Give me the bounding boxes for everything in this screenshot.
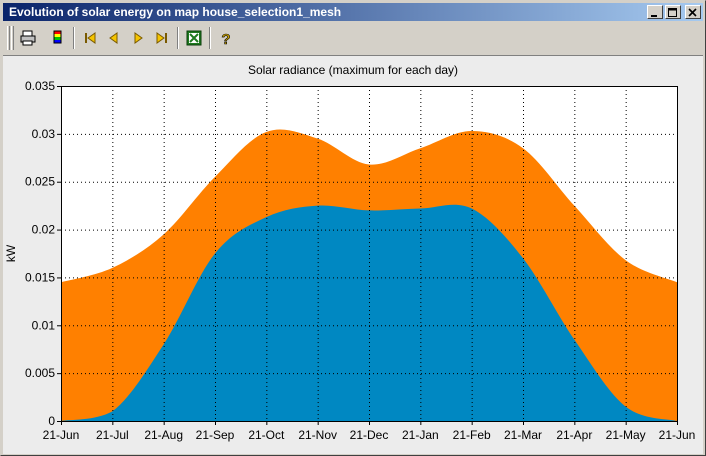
toolbar: ?: [3, 23, 703, 56]
y-tick-label: 0.03: [32, 127, 56, 141]
x-tick-label: 21-Apr: [556, 428, 592, 442]
toolbar-separator: [177, 27, 179, 49]
help-button[interactable]: ?: [215, 27, 237, 49]
title-bar[interactable]: Evolution of solar energy on map house_s…: [3, 3, 703, 21]
y-tick-label: 0.02: [32, 223, 56, 237]
x-tick-label: 21-May: [606, 428, 646, 442]
y-tick-label: 0.005: [25, 366, 55, 380]
first-frame-button[interactable]: [79, 27, 101, 49]
minimize-icon: [651, 15, 657, 17]
maximize-icon: [668, 8, 677, 17]
close-button[interactable]: [685, 5, 701, 19]
next-frame-button[interactable]: [127, 27, 149, 49]
y-tick-label: 0.015: [25, 270, 55, 284]
x-tick-label: 21-Oct: [248, 428, 285, 442]
x-tick-label: 21-Dec: [350, 428, 389, 442]
toolbar-grip[interactable]: [11, 26, 14, 50]
excel-export-button[interactable]: [183, 27, 205, 49]
x-tick-label: 21-Mar: [504, 428, 542, 442]
color-scale-button[interactable]: [47, 27, 69, 49]
y-axis-label: kW: [4, 244, 18, 262]
window-title: Evolution of solar energy on map house_s…: [9, 5, 342, 19]
color-scale-icon: [53, 30, 62, 44]
chart-panel: Solar radiance (maximum for each day) 00…: [3, 56, 703, 454]
excel-export-icon: [186, 30, 202, 46]
toolbar-separator: [209, 27, 211, 49]
x-tick-label: 21-Aug: [144, 428, 183, 442]
toolbar-grip[interactable]: [7, 26, 10, 50]
y-tick-label: 0.025: [25, 175, 55, 189]
x-tick-label: 21-Feb: [453, 428, 491, 442]
minimize-button[interactable]: [647, 5, 663, 19]
last-frame-button[interactable]: [151, 27, 173, 49]
solar-radiance-chart: 0 0.005 0.01 0.015 0.02 0.025 0.03 0.035 21-Jun…: [4, 79, 696, 442]
x-tick-label: 21-Jun: [43, 428, 80, 442]
toolbar-separator: [73, 27, 75, 49]
window-controls: [645, 5, 701, 19]
previous-frame-icon: [109, 32, 118, 44]
x-tick-label: 21-Jun: [659, 428, 696, 442]
x-axis: 21-Jun 21-Jul 21-Aug 21-Sep 21-Oct 21-Nov 21-D…: [43, 421, 696, 442]
maximize-button[interactable]: [665, 5, 681, 19]
previous-frame-button[interactable]: [103, 27, 125, 49]
last-frame-icon: [156, 32, 167, 44]
y-tick-label: 0.035: [25, 79, 55, 93]
svg-text:?: ?: [221, 31, 230, 47]
app-window: Evolution of solar energy on map house_s…: [0, 0, 706, 456]
x-tick-label: 21-Jul: [96, 428, 129, 442]
next-frame-icon: [134, 32, 143, 44]
close-icon: [688, 8, 697, 17]
help-icon: ?: [221, 31, 231, 47]
x-tick-label: 21-Nov: [298, 428, 337, 442]
y-axis: 0 0.005 0.01 0.015 0.02 0.025 0.03 0.035: [25, 79, 61, 428]
x-tick-label: 21-Jan: [402, 428, 439, 442]
print-button[interactable]: [17, 27, 39, 49]
x-tick-label: 21-Sep: [196, 428, 235, 442]
y-tick-label: 0.01: [32, 318, 56, 332]
first-frame-icon: [85, 32, 96, 44]
y-tick-label: 0: [48, 414, 55, 428]
printer-icon: [20, 30, 36, 46]
